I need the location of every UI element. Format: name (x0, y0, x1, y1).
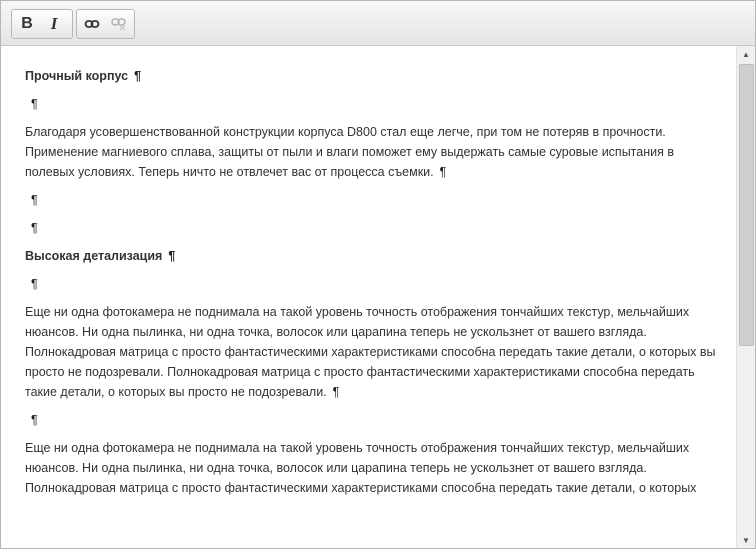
empty-paragraph: ¶ (25, 274, 717, 294)
empty-paragraph-cursor: ¶ (25, 410, 717, 430)
empty-paragraph: ¶ (25, 94, 717, 114)
editor-content[interactable]: Прочный корпус ¶ ¶ Благодаря усовершенств… (1, 46, 736, 548)
editor-toolbar: B I (1, 1, 755, 46)
pilcrow: ¶ (31, 277, 38, 291)
bold-button[interactable]: B (15, 13, 39, 35)
italic-button[interactable]: I (42, 13, 66, 35)
pilcrow: ¶ (332, 385, 340, 399)
scroll-up-arrow-icon[interactable]: ▲ (737, 46, 755, 62)
pilcrow: ¶ (439, 165, 447, 179)
unlink-button[interactable] (107, 13, 131, 35)
empty-paragraph: ¶ (25, 218, 717, 238)
paragraph-2: Еще ни одна фотокамера не поднимала на т… (25, 305, 716, 399)
pilcrow: ¶ (31, 221, 38, 235)
scroll-down-arrow-icon[interactable]: ▼ (737, 532, 755, 548)
paragraph-1: Благодаря усовершенствованной конструкци… (25, 125, 674, 179)
heading-1: Прочный корпус ¶ (25, 69, 142, 83)
pilcrow: ¶ (134, 69, 142, 83)
paragraph-3: Еще ни одна фотокамера не поднимала на т… (25, 441, 697, 495)
pilcrow: ¶ (31, 193, 38, 207)
rich-text-editor: B I Прочный корпус ¶ ¶ Благодаря усоверш… (0, 0, 756, 549)
scrollbar-thumb[interactable] (739, 64, 754, 346)
pilcrow: ¶ (31, 97, 38, 111)
heading-2: Высокая детализация ¶ (25, 249, 176, 263)
unlink-icon (111, 18, 126, 31)
pilcrow: ¶ (31, 413, 38, 427)
pilcrow: ¶ (168, 249, 176, 263)
link-icon (84, 20, 100, 28)
empty-paragraph: ¶ (25, 190, 717, 210)
link-button-group (76, 9, 135, 39)
link-button[interactable] (80, 13, 104, 35)
vertical-scrollbar[interactable]: ▲ ▼ (736, 46, 755, 548)
format-button-group: B I (11, 9, 73, 39)
